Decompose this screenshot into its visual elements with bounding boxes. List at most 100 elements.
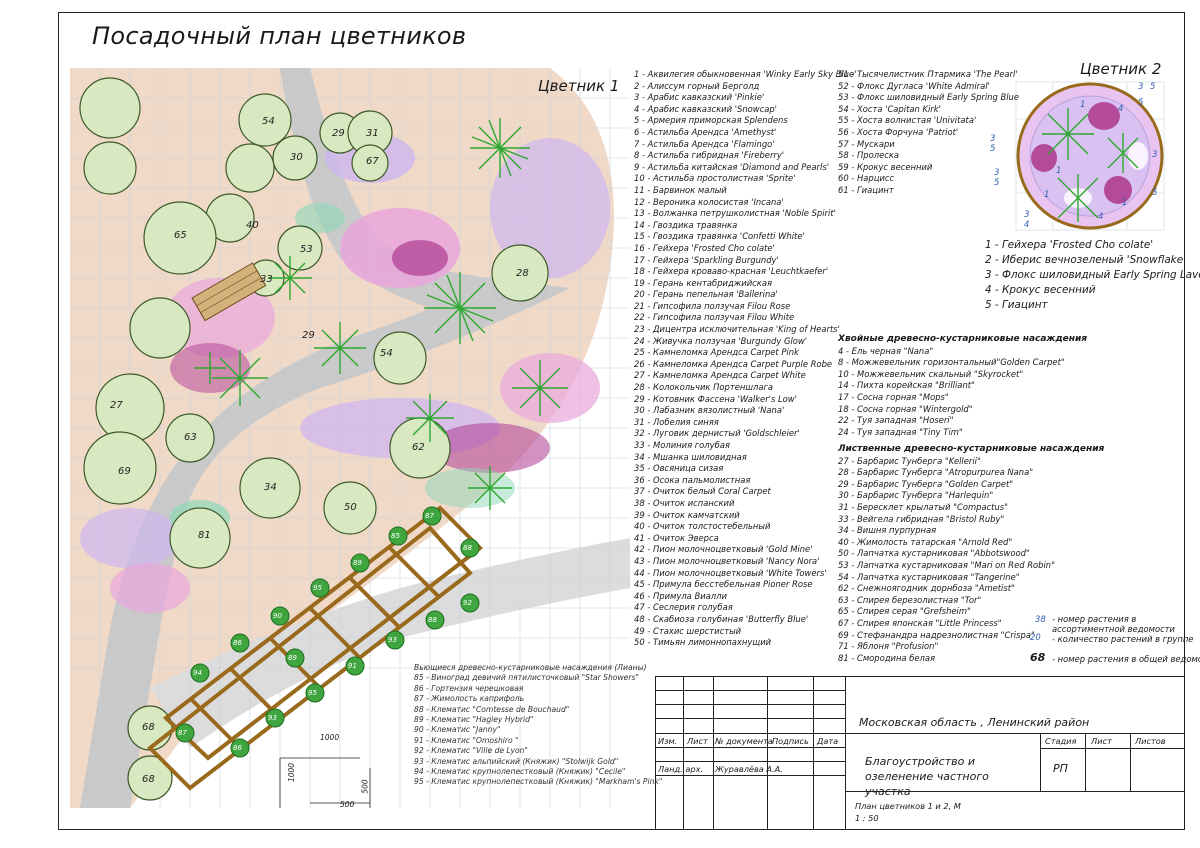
legend-item: 36 - Осока пальмолистная	[634, 474, 751, 485]
vine-number: 85	[391, 532, 400, 540]
legend-item: 41 - Очиток Эверса	[634, 532, 719, 543]
legend-item: 54 - Хоста 'Capitan Kirk'	[838, 103, 941, 114]
legend-item: 56 - Хоста Форчуна 'Patriot'	[838, 126, 959, 137]
deciduous-item: 63 - Спирея березолистная "Tor"	[838, 594, 982, 605]
bed2-mark: 1	[1044, 190, 1050, 200]
author-text: Журавлёва А.А.	[715, 764, 783, 774]
bed2-mark: 3	[1024, 210, 1030, 220]
legend-item: 35 - Овсяница сизая	[634, 463, 724, 474]
conifer-item: 8 - Можжевельник горизонтальный"Golden C…	[838, 357, 1065, 368]
bed2-mark: 4	[1024, 220, 1030, 230]
legend-item: 28 - Колокольчик Портеншлага	[634, 382, 774, 393]
bed2-legend-item: 4 - Крокус весенний	[985, 284, 1096, 296]
legend-item: 50 - Тимьян лимоннопахнущий	[634, 637, 772, 648]
vine-item: 85 - Виноград девичий пятилисточковый "S…	[414, 673, 639, 683]
key-note-text: - номер растения в общей ведомости	[1052, 654, 1200, 664]
col-list: Лист	[687, 736, 708, 746]
project-text: Благоустройство и озеленение частного уч…	[865, 755, 989, 798]
legend-item: 3 - Арабис кавказский 'Pinkie'	[634, 92, 765, 103]
bed2-mark: 1	[1080, 100, 1086, 110]
legend-item: 8 - Астильба гибридная 'Fireberry'	[634, 150, 785, 161]
legend-item: 43 - Пион молочноцветковый 'Nancy Nora'	[634, 555, 820, 566]
key-note-num: 38	[1035, 614, 1046, 624]
legend-item: 34 - Мшанка шиловидная	[634, 451, 747, 462]
legend-item: 17 - Гейхера 'Sparkling Burgundy'	[634, 254, 779, 265]
legend-item: 7 - Астильба Арендса 'Flamingo'	[634, 138, 775, 149]
legend-item: 9 - Астильба китайская 'Diamond and Pear…	[634, 161, 829, 172]
bed2-mark: 3	[1152, 150, 1158, 160]
legend-item: 33 - Молиния голубая	[634, 440, 730, 450]
vine-number: 93	[388, 636, 397, 644]
deciduous-item: 50 - Лапчатка кустарниковая "Abbotswood"	[838, 548, 1030, 559]
legend-item: 55 - Хоста волнистая 'Univitata'	[838, 115, 977, 126]
legend-item: 29 - Котовник Фассена 'Walker's Low'	[634, 393, 797, 404]
deciduous-item: 62 - Снежноягодник дорнбоза "Ametist"	[838, 583, 1015, 594]
deciduous-item: 31 - Бересклет крылатый "Compactus"	[838, 501, 1008, 512]
legend-item: 23 - Дицентра исключительная 'King of He…	[634, 324, 840, 335]
vine-item: 93 - Клематис альпийский (Княжик) "Stolw…	[414, 756, 619, 766]
vine-number: 93	[268, 714, 277, 722]
location-text: Московская область , Ленинский район	[859, 716, 1090, 729]
sheets-label: Листов	[1135, 736, 1166, 746]
bed2-legend-item: 5 - Гиацинт	[985, 299, 1048, 311]
vine-item: 94 - Клематис крупнолепестковый (Княжик)…	[414, 766, 626, 776]
col-date: Дата	[817, 736, 839, 746]
vine-item: 88 - Клематис "Comtesse de Bouchaud"	[414, 704, 570, 714]
vine-number: 87	[178, 729, 187, 737]
deciduous-item: 28 - Барбарис Тунберга "Atropurpurea Nan…	[838, 467, 1034, 478]
legend-item: 61 - Гиацинт	[838, 184, 894, 195]
sheet-title-text: План цветников 1 и 2, М 1 : 50	[855, 801, 961, 823]
legend-item: 58 - Пролеска	[838, 150, 900, 161]
deciduous-item: 33 - Вейгела гибридная "Bristol Ruby"	[838, 513, 1005, 524]
legend-item: 10 - Астильба простолистная 'Sprite'	[634, 173, 796, 184]
bed2-mark: 1	[1122, 198, 1128, 208]
conifer-item: 17 - Сосна горная "Mops"	[838, 391, 949, 402]
legend-item: 2 - Алиссум горный Берголд	[634, 80, 760, 91]
legend-item: 24 - Живучка ползучая 'Burgundy Glow'	[634, 335, 808, 346]
col-izm: Изм.	[658, 736, 678, 746]
sheet-label: Лист	[1091, 736, 1112, 746]
vine-item: 89 - Клематис "Hagley Hybrid"	[414, 714, 534, 724]
key-note-text: - номер растения в ассортиментной ведомо…	[1052, 614, 1176, 634]
title-block: Московская область , Ленинский район Бла…	[655, 676, 1185, 830]
vine-item: 90 - Клематис "Janny"	[414, 725, 501, 735]
bed2-mark: 5	[1138, 98, 1144, 108]
vines-legend: Вьющиеся древесно-кустарниковые насажден…	[414, 663, 662, 786]
deciduous-item: 29 - Барбарис Тунберга "Golden Carpet"	[838, 478, 1014, 489]
deciduous-heading: Лиственные древесно-кустарниковые насажд…	[838, 444, 1105, 454]
legend-item: 6 - Астильба Арендса 'Amethyst'	[634, 126, 777, 137]
vine-item: 91 - Клематис "Omoshiro "	[414, 735, 519, 745]
vine-number: 86	[233, 639, 242, 647]
page-title: Посадочный план цветников	[92, 22, 467, 50]
col-sign: Подпись	[772, 736, 809, 746]
conifer-item: 24 - Туя западная "Tiny Tim"	[838, 426, 963, 437]
vine-number: 92	[463, 599, 472, 607]
legend-item: 52 - Флокс Дугласа 'White Admiral'	[838, 80, 990, 91]
legend-item: 37 - Очиток белый Coral Carpet	[634, 486, 771, 497]
deciduous-item: 53 - Лапчатка кустарниковая "Mari on Red…	[838, 559, 1055, 570]
bed2-mark: 5	[1152, 188, 1158, 198]
legend-item: 42 - Пион молочноцветковый 'Gold Mine'	[634, 544, 813, 555]
key-note-text: - количество растений в группе	[1052, 634, 1194, 644]
vine-number: 88	[463, 544, 472, 552]
vine-item: 95 - Клематис крупнолепестковый (Княжик)…	[414, 777, 663, 787]
legend-item: 16 - Гейхера 'Frosted Cho colate'	[634, 242, 775, 253]
legend-item: 27 - Камнеломка Арендса Carpet White	[634, 370, 806, 381]
bed2-legend-item: 3 - Флокс шиловидный Early Spring Lavend…	[985, 269, 1200, 281]
legend-item: 21 - Гипсофила ползучая Filou Rose	[634, 300, 791, 311]
role-text: Ланд. арх.	[658, 764, 704, 774]
legend-item: 49 - Стахис шерстистый	[634, 625, 742, 636]
vine-number: 95	[308, 689, 317, 697]
legend-item: 44 - Пион молочноцветковый 'White Towers…	[634, 567, 827, 578]
vines-heading: Вьющиеся древесно-кустарниковые насажден…	[414, 663, 647, 672]
conifer-item: 10 - Можжевельник скальный "Skyrocket"	[838, 368, 1024, 379]
deciduous-legend: Лиственные древесно-кустарниковые насажд…	[838, 444, 1105, 663]
legend-item: 11 - Барвинок малый	[634, 184, 727, 195]
herbs-legend-col2: 51 - Тысячелистник Птармика 'The Pearl' 5…	[838, 69, 1019, 197]
conifers-heading: Хвойные древесно-кустарниковые насаждени…	[838, 334, 1088, 344]
legend-item: 26 - Камнеломка Арендса Carpet Purple Ro…	[634, 358, 833, 369]
legend-item: 57 - Мускари	[838, 138, 895, 149]
deciduous-item: 40 - Жимолость татарская "Arnold Red"	[838, 536, 1013, 547]
deciduous-item: 54 - Лапчатка кустарниковая "Tangerine"	[838, 571, 1020, 582]
vine-item: 92 - Клематис "Ville de Lyon"	[414, 746, 528, 756]
